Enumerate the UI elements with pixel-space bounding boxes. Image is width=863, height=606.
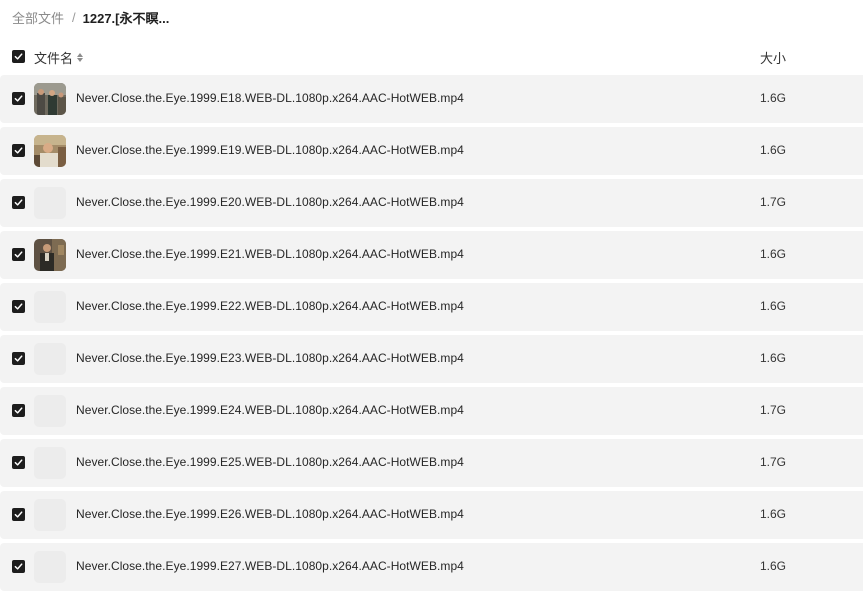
file-name[interactable]: Never.Close.the.Eye.1999.E23.WEB-DL.1080…	[76, 351, 464, 365]
row-checkbox[interactable]	[12, 560, 25, 573]
file-name[interactable]: Never.Close.the.Eye.1999.E25.WEB-DL.1080…	[76, 455, 464, 469]
file-row[interactable]: Never.Close.the.Eye.1999.E24.WEB-DL.1080…	[0, 387, 863, 435]
file-row[interactable]: Never.Close.the.Eye.1999.E22.WEB-DL.1080…	[0, 283, 863, 331]
file-size: 1.6G	[760, 559, 787, 573]
file-list-header: 文件名 大小	[0, 44, 863, 70]
sort-icon[interactable]	[77, 52, 84, 64]
breadcrumb-separator: /	[72, 9, 76, 25]
row-checkbox[interactable]	[12, 92, 25, 105]
file-row[interactable]: Never.Close.the.Eye.1999.E23.WEB-DL.1080…	[0, 335, 863, 383]
check-icon	[14, 303, 23, 310]
check-icon	[14, 407, 23, 414]
video-thumbnail-placeholder	[34, 447, 66, 479]
file-name[interactable]: Never.Close.the.Eye.1999.E26.WEB-DL.1080…	[76, 507, 464, 521]
row-checkbox[interactable]	[12, 352, 25, 365]
check-icon	[14, 511, 23, 518]
file-size: 1.6G	[760, 299, 787, 313]
check-icon	[14, 53, 23, 60]
file-size: 1.6G	[760, 143, 787, 157]
check-icon	[14, 355, 23, 362]
file-size: 1.6G	[760, 351, 787, 365]
check-icon	[14, 147, 23, 154]
file-size: 1.7G	[760, 455, 787, 469]
check-icon	[14, 199, 23, 206]
video-thumbnail-placeholder	[34, 395, 66, 427]
row-checkbox[interactable]	[12, 508, 25, 521]
file-name[interactable]: Never.Close.the.Eye.1999.E18.WEB-DL.1080…	[76, 91, 464, 105]
breadcrumb-current-folder: 1227.[永不瞑...	[82, 10, 170, 26]
file-row[interactable]: Never.Close.the.Eye.1999.E26.WEB-DL.1080…	[0, 491, 863, 539]
check-icon	[14, 95, 23, 102]
video-thumbnail	[34, 135, 66, 167]
column-header-name-label: 文件名	[34, 51, 74, 66]
file-size: 1.7G	[760, 403, 787, 417]
breadcrumb-root-link[interactable]: 全部文件	[12, 8, 64, 27]
file-row[interactable]: Never.Close.the.Eye.1999.E18.WEB-DL.1080…	[0, 75, 863, 123]
check-icon	[14, 251, 23, 258]
file-row[interactable]: Never.Close.the.Eye.1999.E21.WEB-DL.1080…	[0, 231, 863, 279]
row-checkbox[interactable]	[12, 456, 25, 469]
video-thumbnail-placeholder	[34, 291, 66, 323]
video-thumbnail-placeholder	[34, 551, 66, 583]
file-name[interactable]: Never.Close.the.Eye.1999.E20.WEB-DL.1080…	[76, 195, 464, 209]
file-name[interactable]: Never.Close.the.Eye.1999.E19.WEB-DL.1080…	[76, 143, 464, 157]
column-header-size[interactable]: 大小	[760, 48, 786, 67]
file-name[interactable]: Never.Close.the.Eye.1999.E27.WEB-DL.1080…	[76, 559, 464, 573]
row-checkbox[interactable]	[12, 196, 25, 209]
row-checkbox[interactable]	[12, 300, 25, 313]
video-thumbnail-placeholder	[34, 499, 66, 531]
video-thumbnail	[34, 239, 66, 271]
column-header-name[interactable]: 文件名	[34, 48, 84, 67]
file-row[interactable]: Never.Close.the.Eye.1999.E27.WEB-DL.1080…	[0, 543, 863, 591]
file-name[interactable]: Never.Close.the.Eye.1999.E24.WEB-DL.1080…	[76, 403, 464, 417]
video-thumbnail	[34, 83, 66, 115]
row-checkbox[interactable]	[12, 144, 25, 157]
breadcrumb: 全部文件 / 1227.[永不瞑...	[12, 8, 169, 26]
check-icon	[14, 563, 23, 570]
row-checkbox[interactable]	[12, 248, 25, 261]
file-row[interactable]: Never.Close.the.Eye.1999.E25.WEB-DL.1080…	[0, 439, 863, 487]
check-icon	[14, 459, 23, 466]
file-size: 1.6G	[760, 91, 787, 105]
video-thumbnail-placeholder	[34, 343, 66, 375]
select-all-checkbox[interactable]	[12, 50, 25, 63]
row-checkbox[interactable]	[12, 404, 25, 417]
video-thumbnail-placeholder	[34, 187, 66, 219]
file-name[interactable]: Never.Close.the.Eye.1999.E21.WEB-DL.1080…	[76, 247, 464, 261]
file-size: 1.7G	[760, 195, 787, 209]
file-row[interactable]: Never.Close.the.Eye.1999.E19.WEB-DL.1080…	[0, 127, 863, 175]
file-name[interactable]: Never.Close.the.Eye.1999.E22.WEB-DL.1080…	[76, 299, 464, 313]
file-row[interactable]: Never.Close.the.Eye.1999.E20.WEB-DL.1080…	[0, 179, 863, 227]
file-size: 1.6G	[760, 247, 787, 261]
file-size: 1.6G	[760, 507, 787, 521]
